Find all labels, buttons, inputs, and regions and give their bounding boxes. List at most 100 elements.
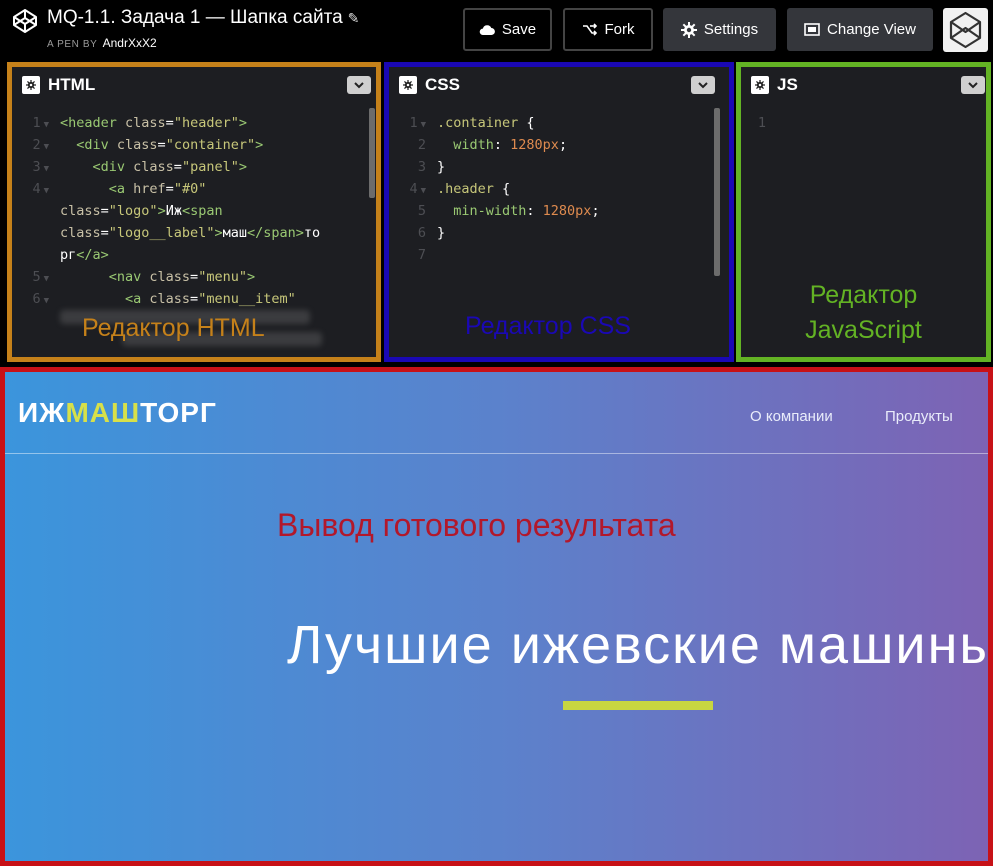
hero-heading: Лучшие ижевские машины	[287, 615, 993, 675]
line-number: 4 ▼	[32, 181, 49, 197]
avatar-image-icon	[949, 11, 982, 49]
line-number: 3 ▼	[32, 159, 49, 175]
pen-by-label: A PEN BY	[47, 39, 98, 50]
site-logo[interactable]: ИЖМАШТОРГ	[18, 397, 217, 429]
code-line[interactable]: class="logo__label">маш</span>то	[12, 222, 376, 244]
code-text: width: 1280px;	[437, 137, 568, 153]
menu-item-about[interactable]: О компании	[750, 408, 833, 425]
js-settings-gear-icon[interactable]	[751, 76, 769, 94]
js-code-area[interactable]: 1 Редактор JavaScript	[741, 104, 986, 357]
code-line[interactable]: 5 ▼ <nav class="menu">	[12, 266, 376, 288]
html-editor-title: HTML	[48, 75, 96, 94]
settings-label: Settings	[703, 21, 759, 38]
js-caption-line-2: JavaScript	[805, 316, 922, 344]
fold-arrow-icon[interactable]: ▼	[44, 120, 49, 130]
line-number: 7	[417, 247, 426, 263]
css-code-area[interactable]: 1 ▼ .container {2 width: 1280px; 3} 4 ▼ .heade…	[389, 104, 729, 357]
code-text: <div class="panel">	[60, 159, 247, 175]
save-label: Save	[501, 21, 537, 38]
line-number: 1 ▼	[409, 115, 426, 131]
fold-arrow-icon[interactable]: ▼	[44, 296, 49, 306]
fork-button[interactable]: Fork	[563, 8, 653, 51]
code-text: class="logo__label">маш</span>то	[60, 225, 321, 241]
line-number: 2 ▼	[32, 137, 49, 153]
html-code-lines[interactable]: 1 ▼ <header class="header"> 2 ▼ <div class="…	[12, 112, 376, 310]
code-line[interactable]: 7	[389, 244, 729, 266]
fold-arrow-icon[interactable]: ▼	[421, 120, 426, 130]
code-line[interactable]: 6}	[389, 222, 729, 244]
js-editor-title: JS	[777, 75, 798, 94]
hero-underline-bar	[563, 701, 713, 710]
menu-item-products[interactable]: Продукты	[885, 408, 953, 425]
line-number: 5 ▼	[32, 269, 49, 285]
logo-part-mash: МАШ	[65, 397, 141, 428]
code-line[interactable]: 3 ▼ <div class="panel">	[12, 156, 376, 178]
code-line[interactable]: 4 ▼ <a href="#0"	[12, 178, 376, 200]
pencil-edit-icon[interactable]: ✎	[348, 10, 360, 26]
logo-part-izh: ИЖ	[18, 397, 66, 428]
code-line[interactable]: 3}	[389, 156, 729, 178]
js-collapse-chevron-icon[interactable]	[961, 76, 985, 94]
cloud-icon	[479, 25, 495, 35]
user-avatar[interactable]	[943, 8, 988, 52]
code-line[interactable]: 5 min-width: 1280px;	[389, 200, 729, 222]
author-link[interactable]: AndrXxX2	[103, 36, 157, 50]
code-line[interactable]: 2 width: 1280px;	[389, 134, 729, 156]
html-collapse-chevron-icon[interactable]	[347, 76, 371, 94]
code-text: }	[437, 225, 446, 241]
js-code-lines[interactable]: 1	[741, 112, 986, 134]
css-editor-panel: CSS 1 ▼ .container {2 width: 1280px; 3} 4 ▼ .h…	[384, 62, 734, 362]
fold-arrow-icon[interactable]: ▼	[44, 142, 49, 152]
line-number: 3	[417, 159, 426, 175]
logo-part-torg: ТОРГ	[140, 397, 217, 428]
css-editor-scrollbar[interactable]	[714, 108, 720, 276]
code-text: <header class="header">	[60, 115, 247, 131]
code-text: min-width: 1280px;	[437, 203, 600, 219]
code-text: class="logo">Иж<span	[60, 203, 223, 219]
change-view-label: Change View	[827, 21, 916, 38]
fold-arrow-icon[interactable]: ▼	[44, 186, 49, 196]
code-text: .header {	[437, 181, 511, 197]
fold-arrow-icon[interactable]: ▼	[44, 164, 49, 174]
code-line[interactable]: 1 ▼ <header class="header">	[12, 112, 376, 134]
html-code-area[interactable]: 1 ▼ <header class="header"> 2 ▼ <div class="…	[12, 104, 376, 357]
code-text: <div class="container">	[60, 137, 264, 153]
css-code-lines[interactable]: 1 ▼ .container {2 width: 1280px; 3} 4 ▼ .heade…	[389, 112, 729, 266]
codepen-logo-icon[interactable]	[12, 8, 38, 34]
gear-icon	[680, 21, 697, 38]
line-number: 2	[417, 137, 426, 153]
line-number: 4 ▼	[409, 181, 426, 197]
code-line[interactable]: class="logo">Иж<span	[12, 200, 376, 222]
code-line[interactable]: 1 ▼ .container {	[389, 112, 729, 134]
line-number: 1 ▼	[32, 115, 49, 131]
pen-title-text: MQ-1.1. Задача 1 — Шапка сайта	[47, 7, 343, 28]
settings-button[interactable]: Settings	[663, 8, 776, 51]
html-settings-gear-icon[interactable]	[22, 76, 40, 94]
pen-title[interactable]: MQ-1.1. Задача 1 — Шапка сайта ✎	[47, 7, 359, 29]
js-editor-header: JS	[741, 67, 986, 104]
code-text: <a href="#0"	[60, 181, 207, 197]
code-line[interactable]: 6 ▼ <a class="menu__item"	[12, 288, 376, 310]
line-number: 6	[417, 225, 426, 241]
js-caption-line-1: Редактор	[809, 281, 918, 309]
js-editor-panel: JS 1 Редактор JavaScript	[736, 62, 991, 362]
html-editor-scrollbar[interactable]	[369, 108, 375, 198]
code-line[interactable]: 2 ▼ <div class="container">	[12, 134, 376, 156]
fold-arrow-icon[interactable]: ▼	[421, 186, 426, 196]
code-line[interactable]: рг</a>	[12, 244, 376, 266]
js-editor-caption: Редактор JavaScript	[741, 278, 986, 348]
html-editor-header: HTML	[12, 67, 376, 104]
css-editor-header: CSS	[389, 67, 729, 104]
code-text: .container {	[437, 115, 535, 131]
change-view-button[interactable]: Change View	[787, 8, 933, 51]
result-output-caption: Вывод готового результата	[277, 507, 676, 543]
line-number: 5	[417, 203, 426, 219]
css-collapse-chevron-icon[interactable]	[691, 76, 715, 94]
css-settings-gear-icon[interactable]	[399, 76, 417, 94]
save-button[interactable]: Save	[463, 8, 552, 51]
code-line[interactable]: 1	[741, 112, 986, 134]
fold-arrow-icon[interactable]: ▼	[44, 274, 49, 284]
code-text: }	[437, 159, 446, 175]
code-line[interactable]: 4 ▼ .header {	[389, 178, 729, 200]
pen-author-line: A PEN BY AndrXxX2	[47, 36, 157, 50]
